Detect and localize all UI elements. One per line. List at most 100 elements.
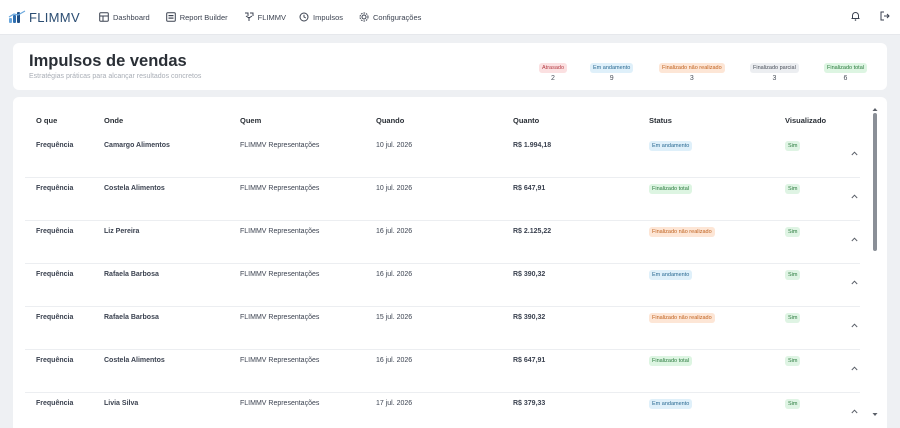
status-badge: Em andamento	[649, 141, 693, 151]
status-badge: Finalizado não realizado	[659, 63, 725, 73]
status-badge: Em andamento	[649, 270, 693, 280]
column-header-visualizado[interactable]: Visualizado	[785, 116, 826, 125]
report-icon	[165, 12, 176, 22]
chevron-up-icon[interactable]	[851, 278, 858, 287]
table-row[interactable]: Frequência Livia Silva FLIMMV Representaçõ…	[13, 393, 860, 428]
cell-onde: Costela Alimentos	[104, 185, 165, 192]
status-count: 6	[843, 75, 848, 82]
nav-item-flimmv[interactable]: FLIMMV	[244, 12, 286, 22]
status-summary-finalizado-parcial[interactable]: Finalizado parcial 3	[750, 62, 799, 82]
cell-onde: Rafaela Barbosa	[104, 314, 159, 321]
logo-text: FLIMMV	[29, 9, 80, 25]
cell-o-que: Frequência	[36, 185, 74, 192]
status-summary-finalizado-total[interactable]: Finalizado total 6	[824, 62, 867, 82]
cell-quem: FLIMMV Representações	[240, 400, 320, 407]
cell-status: Finalizado total	[649, 356, 692, 366]
status-count: 2	[551, 75, 555, 82]
vertical-scrollbar[interactable]	[872, 105, 878, 416]
column-header-quando[interactable]: Quando	[376, 116, 404, 125]
status-badge: Finalizado não realizado	[649, 227, 715, 237]
logout-icon[interactable]	[880, 11, 890, 21]
gear-icon	[359, 12, 369, 22]
status-badge: Em andamento	[590, 63, 634, 73]
status-badge: Finalizado não realizado	[649, 313, 715, 323]
status-summary-finalizado-nao-realizado[interactable]: Finalizado não realizado 3	[659, 62, 725, 82]
cell-onde: Livia Silva	[104, 400, 139, 407]
table-row[interactable]: Frequência Rafaela Barbosa FLIMMV Represen…	[13, 264, 860, 307]
cell-quanto: R$ 379,33	[513, 400, 546, 407]
column-header-status[interactable]: Status	[649, 116, 672, 125]
page-title: Impulsos de vendas	[29, 52, 187, 70]
nav-item-configuracoes[interactable]: Configurações	[359, 12, 421, 22]
cell-o-que: Frequência	[36, 400, 74, 407]
cell-status: Em andamento	[649, 399, 693, 409]
status-summary-atrasado[interactable]: Atrasado 2	[539, 62, 568, 82]
status-badge: Atrasado	[539, 63, 568, 73]
nav-label: Impulsos	[313, 12, 344, 22]
viewed-badge: Sim	[785, 270, 801, 280]
status-summary-em-andamento[interactable]: Em andamento 9	[590, 62, 634, 82]
chevron-up-icon[interactable]	[851, 149, 858, 158]
history-icon	[299, 12, 309, 22]
cell-status: Em andamento	[649, 141, 693, 151]
cell-visualizado: Sim	[785, 227, 801, 237]
cell-onde: Costela Alimentos	[104, 357, 165, 364]
cell-quando: 16 jul. 2026	[376, 228, 413, 235]
table-row[interactable]: Frequência Liz Pereira FLIMMV Representaçõ…	[13, 221, 860, 264]
scroll-thumb[interactable]	[873, 113, 877, 251]
table-row[interactable]: Frequência Rafaela Barbosa FLIMMV Represen…	[13, 307, 860, 350]
nav-label: Report Builder	[179, 12, 228, 22]
nav-item-dashboard[interactable]: Dashboard	[99, 12, 150, 22]
column-header-onde[interactable]: Onde	[104, 116, 123, 125]
viewed-badge: Sim	[785, 356, 801, 366]
status-badge: Finalizado total	[824, 63, 867, 73]
cell-o-que: Frequência	[36, 271, 74, 278]
viewed-badge: Sim	[785, 227, 801, 237]
nav-label: FLIMMV	[257, 12, 286, 22]
logo-chart-icon	[8, 10, 26, 23]
table-row[interactable]: Frequência Camargo Alimentos FLIMMV Repres…	[13, 135, 860, 178]
viewed-badge: Sim	[785, 141, 801, 151]
chevron-up-icon[interactable]	[851, 407, 858, 416]
cell-o-que: Frequência	[36, 228, 74, 235]
flimmv-icon	[244, 12, 254, 21]
chevron-up-icon[interactable]	[851, 235, 858, 244]
nav-label: Configurações	[373, 12, 422, 22]
status-count: 3	[689, 75, 694, 82]
status-badge: Finalizado total	[649, 184, 692, 194]
viewed-badge: Sim	[785, 399, 801, 409]
chevron-up-icon[interactable]	[851, 192, 858, 201]
app-logo[interactable]: FLIMMV	[8, 10, 90, 25]
cell-quando: 10 jul. 2026	[376, 185, 413, 192]
cell-quem: FLIMMV Representações	[240, 271, 320, 278]
chevron-up-icon[interactable]	[851, 364, 858, 373]
scroll-down-arrow-icon[interactable]	[872, 410, 878, 419]
cell-quem: FLIMMV Representações	[240, 185, 320, 192]
impulsos-table: O que Onde Quem Quando Quanto Status Vis…	[13, 97, 887, 428]
cell-quando: 16 jul. 2026	[376, 357, 413, 364]
cell-onde: Liz Pereira	[104, 228, 140, 235]
cell-visualizado: Sim	[785, 141, 801, 151]
nav-item-report-builder[interactable]: Report Builder	[165, 12, 228, 22]
cell-onde: Camargo Alimentos	[104, 142, 170, 149]
page-header-card: Impulsos de vendas Estratégias práticas …	[13, 43, 887, 90]
cell-quem: FLIMMV Representações	[240, 357, 320, 364]
column-header-quem[interactable]: Quem	[240, 116, 261, 125]
chevron-up-icon[interactable]	[851, 321, 858, 330]
nav-label: Dashboard	[113, 12, 150, 22]
status-badge: Em andamento	[649, 399, 693, 409]
cell-quanto: R$ 1.994,18	[513, 142, 552, 149]
cell-quando: 17 jul. 2026	[376, 400, 413, 407]
table-row[interactable]: Frequência Costela Alimentos FLIMMV Repres…	[13, 178, 860, 221]
column-header-o-que[interactable]: O que	[36, 116, 57, 125]
nav-item-impulsos[interactable]: Impulsos	[299, 12, 343, 22]
cell-status: Finalizado não realizado	[649, 313, 715, 323]
viewed-badge: Sim	[785, 313, 801, 323]
cell-quanto: R$ 390,32	[513, 271, 546, 278]
table-row[interactable]: Frequência Costela Alimentos FLIMMV Repres…	[13, 350, 860, 393]
cell-quanto: R$ 647,91	[513, 185, 546, 192]
main-nav: Dashboard Report Builder FLIMMV Impulsos…	[99, 12, 421, 22]
column-header-quanto[interactable]: Quanto	[513, 116, 539, 125]
status-count: 3	[772, 75, 777, 82]
bell-icon[interactable]	[851, 11, 860, 21]
